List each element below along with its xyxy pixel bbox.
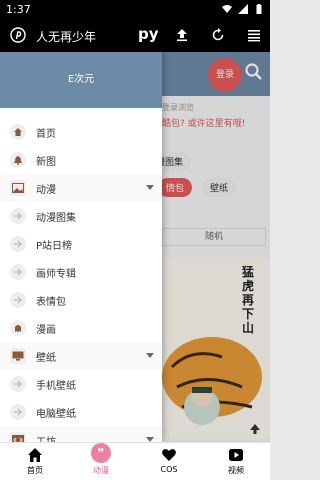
chevron-down-icon	[146, 185, 154, 190]
nav-anime[interactable]: ❞ 动漫	[74, 443, 128, 476]
drawer-item-label: 画师专辑	[36, 268, 76, 280]
drawer-item-emoji[interactable]: 表情包	[0, 286, 162, 314]
pinterest-p-icon[interactable]	[10, 27, 26, 43]
status-time: 1:37	[6, 3, 31, 16]
drawer-scrim[interactable]	[162, 52, 270, 442]
bottom-navigation: 首页 ❞ 动漫 COS 视频	[0, 442, 270, 480]
code-icon	[12, 435, 24, 442]
drawer-item-new[interactable]: 新图	[0, 146, 162, 174]
drawer-item-label: 动漫图集	[36, 212, 76, 224]
drawer-item-label: 工坊	[36, 436, 56, 443]
drawer-item-phone-wallpaper[interactable]: 手机壁纸	[0, 370, 162, 398]
nav-label: 视频	[228, 466, 244, 475]
arrow-right-icon	[14, 212, 22, 220]
drawer-item-pixiv-daily[interactable]: P站日榜	[0, 230, 162, 258]
nav-label: 动漫	[93, 466, 109, 475]
arrow-right-icon	[14, 408, 22, 416]
drawer-group-anime[interactable]: 动漫	[0, 174, 162, 202]
ghost-icon	[15, 325, 21, 332]
nav-cos[interactable]: COS	[142, 447, 196, 474]
status-icons	[222, 4, 264, 14]
drawer-item-artist-album[interactable]: 画师专辑	[0, 258, 162, 286]
drawer-item-label: P站日榜	[36, 240, 73, 252]
quote-bubble-icon: ❞	[91, 443, 111, 463]
image-icon	[12, 183, 24, 193]
wifi-icon	[222, 5, 232, 13]
nav-label: 首页	[27, 466, 43, 475]
arrow-right-icon	[14, 296, 22, 304]
refresh-icon[interactable]	[210, 27, 226, 43]
drawer-item-label: 手机壁纸	[36, 380, 76, 392]
battery-icon	[256, 4, 262, 14]
monitor-icon	[12, 351, 24, 361]
nav-label: COS	[160, 465, 178, 474]
drawer-item-label: 动漫	[36, 184, 56, 196]
drawer-group-wallpaper[interactable]: 壁纸	[0, 342, 162, 370]
upload-icon[interactable]	[174, 27, 190, 43]
drawer-item-pc-wallpaper[interactable]: 电脑壁纸	[0, 398, 162, 426]
drawer-item-comics[interactable]: 漫画	[0, 314, 162, 342]
nav-home[interactable]: 首页	[8, 447, 62, 476]
drawer-item-label: 电脑壁纸	[36, 408, 76, 420]
signal-icon	[238, 4, 248, 14]
drawer-item-label: 表情包	[36, 296, 66, 308]
arrow-right-icon	[14, 240, 22, 248]
drawer-item-label: 壁纸	[36, 352, 56, 364]
drawer-item-home[interactable]: 首页	[0, 118, 162, 146]
drawer-item-label: 新图	[36, 156, 56, 168]
drawer-header: E次元	[0, 52, 162, 108]
menu-lines-icon[interactable]	[246, 27, 262, 43]
py-button[interactable]: py	[138, 25, 159, 43]
bell-icon	[14, 156, 22, 165]
heart-icon	[162, 449, 176, 461]
chevron-down-icon	[146, 353, 154, 358]
arrow-right-icon	[14, 380, 22, 388]
drawer-item-label: 漫画	[36, 324, 56, 336]
drawer-item-anime-album[interactable]: 动漫图集	[0, 202, 162, 230]
home-icon	[28, 448, 42, 462]
navigation-drawer: E次元 首页 新图 动漫 动漫图集 P站日榜 画师专辑 表情包 漫画 壁纸 手机…	[0, 52, 162, 442]
nav-video[interactable]: 视频	[209, 447, 263, 476]
arrow-right-icon	[14, 268, 22, 276]
status-bar: 1:37	[0, 0, 270, 20]
drawer-item-label: 首页	[36, 128, 56, 140]
top-app-bar: 人无再少年 py	[0, 20, 270, 52]
drawer-group-workshop[interactable]: 工坊	[0, 426, 162, 442]
drawer-menu: 首页 新图 动漫 动漫图集 P站日榜 画师专辑 表情包 漫画 壁纸 手机壁纸 电…	[0, 118, 162, 442]
app-title: 人无再少年	[36, 30, 97, 44]
play-icon	[229, 449, 243, 461]
home-icon	[14, 128, 22, 136]
